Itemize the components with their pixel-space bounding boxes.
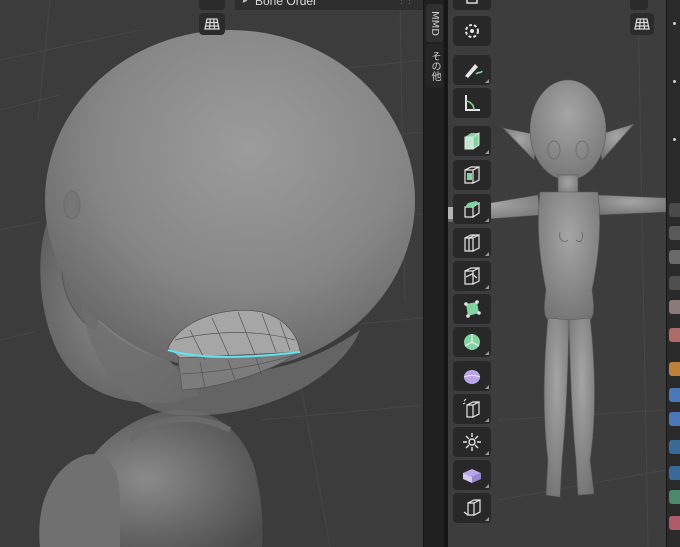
- scene-properties-icon[interactable]: [669, 300, 680, 314]
- bone-order-panel-header[interactable]: ▸ Bone Order ⋮⋮: [235, 0, 423, 10]
- world-properties-icon[interactable]: [669, 328, 680, 342]
- viewport-header-button-right[interactable]: [630, 0, 648, 10]
- outliner-dot: [673, 22, 676, 25]
- toggle-grid-button-right[interactable]: [630, 13, 654, 35]
- sidebar-tab-strip: MMD その他: [423, 0, 444, 547]
- tab-mmd[interactable]: MMD: [426, 4, 443, 42]
- tool-smooth-vertices[interactable]: [453, 361, 491, 391]
- measure-icon: [465, 95, 480, 111]
- edge-slide-icon: [462, 398, 480, 418]
- annotate-icon: [465, 64, 483, 78]
- shrink-fatten-icon: [463, 433, 481, 451]
- panel-title: Bone Order: [255, 0, 318, 8]
- tool-measure[interactable]: [453, 88, 491, 118]
- tool-shrink-fatten[interactable]: [453, 427, 491, 457]
- tool-loop-cut[interactable]: [453, 228, 491, 258]
- data-properties-icon[interactable]: [669, 490, 680, 504]
- spin-icon: [464, 334, 480, 350]
- grid-view-icon: [204, 18, 220, 30]
- tab-mmd-label: MMD: [429, 10, 440, 36]
- tool-rip-region[interactable]: [453, 493, 491, 523]
- tab-other-label: その他: [429, 51, 440, 81]
- tool-shear[interactable]: [453, 460, 491, 490]
- inset-faces-icon: [464, 166, 480, 184]
- tool-top-stub[interactable]: [453, 0, 491, 10]
- rip-region-icon: [463, 499, 481, 516]
- modifier-properties-icon[interactable]: [669, 388, 680, 402]
- head-closeup-render: [0, 0, 423, 547]
- tool-annotate[interactable]: [453, 55, 491, 85]
- physics-properties-icon[interactable]: [669, 440, 680, 454]
- tool-cursor[interactable]: [453, 16, 491, 46]
- tab-other[interactable]: その他: [426, 44, 443, 88]
- render-properties-icon[interactable]: [669, 226, 680, 240]
- select-box-icon: [466, 0, 478, 4]
- outliner-dot: [673, 80, 676, 83]
- extrude-region-icon: [464, 132, 480, 150]
- object-properties-icon[interactable]: [669, 362, 680, 376]
- tool-edge-slide[interactable]: [453, 394, 491, 424]
- view-layer-properties-icon[interactable]: [669, 276, 680, 290]
- particles-properties-icon[interactable]: [669, 412, 680, 426]
- output-properties-icon[interactable]: [669, 250, 680, 264]
- bevel-icon: [464, 201, 480, 219]
- toggle-grid-button[interactable]: [199, 13, 225, 35]
- tool-shelf: [453, 0, 493, 547]
- outliner-dot: [673, 138, 676, 141]
- loop-cut-icon: [464, 234, 480, 252]
- left-3d-viewport[interactable]: ▸ Bone Order ⋮⋮: [0, 0, 423, 547]
- drag-handle-icon[interactable]: ⋮⋮: [397, 0, 414, 6]
- poly-build-icon: [464, 300, 481, 318]
- constraints-properties-icon[interactable]: [669, 466, 680, 480]
- viewport-header-button[interactable]: [199, 0, 225, 10]
- tool-poly-build[interactable]: [453, 294, 491, 324]
- shear-icon: [463, 469, 481, 483]
- tool-properties-icon[interactable]: [669, 203, 680, 217]
- tool-inset-faces[interactable]: [453, 160, 491, 190]
- tool-bevel[interactable]: [453, 194, 491, 224]
- smooth-vertices-icon: [463, 370, 481, 384]
- grid-view-icon: [634, 18, 650, 30]
- blender-window: ▸ Bone Order ⋮⋮ MMD その他: [0, 0, 680, 547]
- tool-extrude-region[interactable]: [453, 126, 491, 156]
- properties-strip: [666, 0, 680, 547]
- cursor-icon: [465, 24, 479, 38]
- knife-icon: [464, 267, 480, 285]
- tool-spin[interactable]: [453, 327, 491, 357]
- tool-knife[interactable]: [453, 261, 491, 291]
- collapse-arrow-icon[interactable]: ▸: [243, 0, 248, 6]
- material-properties-icon[interactable]: [669, 516, 680, 530]
